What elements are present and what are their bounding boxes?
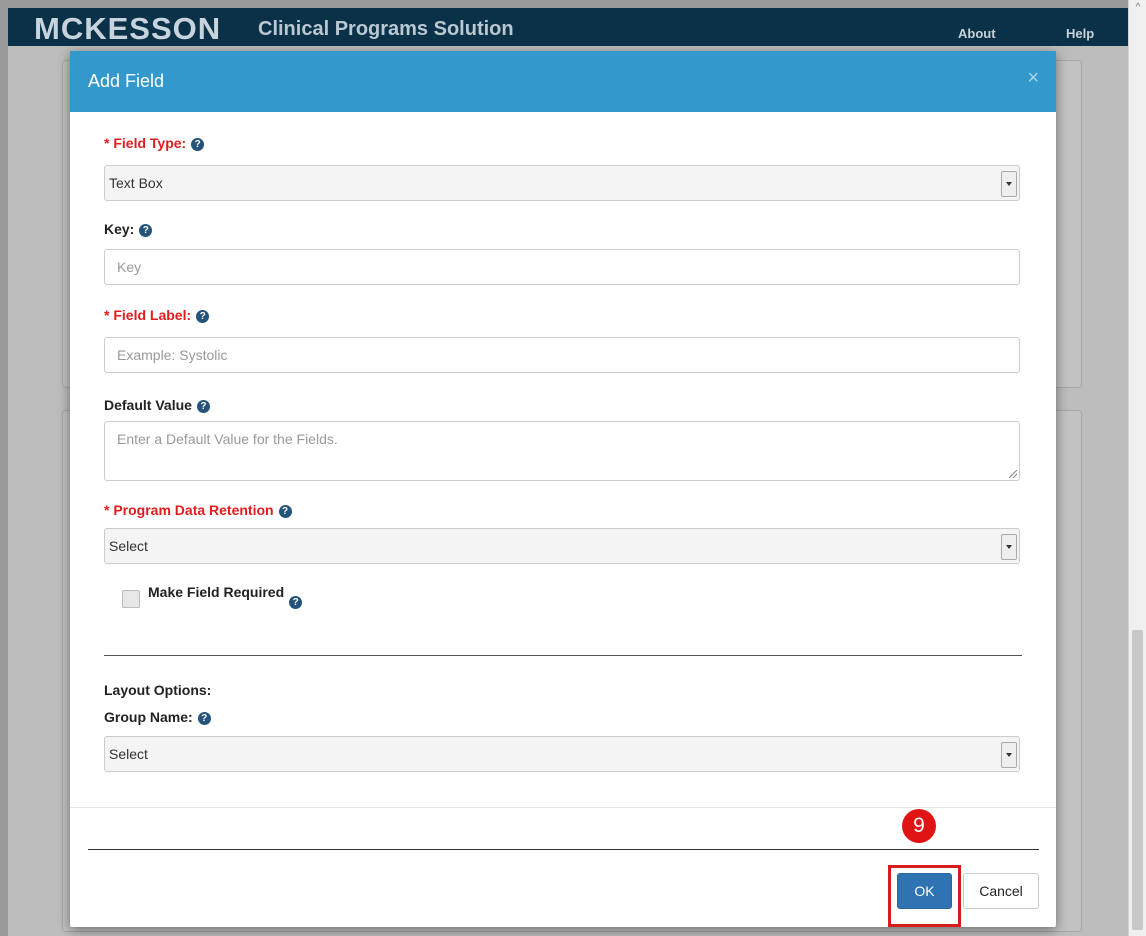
field-type-label-text: * Field Type: [104, 135, 187, 151]
default-value-label: Default Value? [104, 397, 210, 413]
key-placeholder: Key [117, 259, 142, 275]
group-name-label: Group Name:? [104, 709, 211, 725]
make-required-label[interactable]: Make Field Required? [148, 584, 303, 609]
help-icon[interactable]: ? [278, 505, 292, 518]
group-name-value: Select [109, 746, 148, 762]
key-input[interactable]: Key [104, 249, 1020, 285]
make-required-checkbox[interactable] [122, 590, 140, 608]
field-label-label-text: * Field Label: [104, 307, 192, 323]
layout-options-title: Layout Options: [104, 682, 212, 698]
default-value-label-text: Default Value [104, 397, 192, 413]
make-required-text: Make Field Required [148, 584, 285, 600]
help-icon[interactable]: ? [196, 310, 210, 323]
retention-label: * Program Data Retention? [104, 502, 292, 518]
close-icon[interactable]: × [1027, 67, 1039, 90]
section-divider [104, 655, 1022, 656]
help-icon[interactable]: ? [197, 712, 211, 725]
app-title: Clinical Programs Solution [258, 18, 514, 40]
field-label-label: * Field Label:? [104, 307, 210, 323]
chevron-down-icon[interactable] [1001, 171, 1017, 197]
default-value-textarea[interactable]: Enter a Default Value for the Fields. [104, 421, 1020, 481]
scroll-thumb[interactable] [1132, 630, 1143, 930]
field-type-label: * Field Type:? [104, 135, 205, 151]
resize-grip-icon[interactable] [1009, 470, 1017, 478]
key-label-text: Key: [104, 221, 135, 237]
nav-about-link[interactable]: About [958, 26, 996, 41]
dialog-title: Add Field [88, 71, 165, 91]
default-value-placeholder: Enter a Default Value for the Fields. [117, 431, 338, 447]
chevron-down-icon[interactable] [1001, 742, 1017, 768]
help-icon[interactable]: ? [191, 138, 205, 151]
field-type-select[interactable]: Text Box [104, 165, 1020, 201]
footer-line [88, 849, 1039, 850]
group-name-select[interactable]: Select [104, 736, 1020, 772]
field-type-value: Text Box [109, 175, 163, 191]
nav-help-link[interactable]: Help [1066, 26, 1094, 41]
group-name-label-text: Group Name: [104, 709, 193, 725]
key-label: Key:? [104, 221, 153, 237]
field-label-input[interactable]: Example: Systolic [104, 337, 1020, 373]
retention-value: Select [109, 538, 148, 554]
chevron-down-icon[interactable] [1001, 534, 1017, 560]
ok-button[interactable]: OK [897, 873, 952, 909]
app-header: MCKESSON Clinical Programs Solution Abou… [8, 8, 1128, 46]
footer-separator [70, 807, 1056, 808]
mckesson-logo: MCKESSON [34, 11, 222, 46]
window-scrollbar[interactable]: ^ [1128, 0, 1146, 936]
field-label-placeholder: Example: Systolic [117, 347, 228, 363]
step-marker: 9 [902, 809, 936, 843]
retention-label-text: * Program Data Retention [104, 502, 274, 518]
scroll-up-icon[interactable]: ^ [1129, 0, 1146, 16]
retention-select[interactable]: Select [104, 528, 1020, 564]
cancel-button[interactable]: Cancel [963, 873, 1039, 909]
dialog-header: Add Field × [70, 51, 1056, 112]
add-field-dialog: Add Field × * Field Type:? Text Box Key:… [70, 51, 1056, 927]
help-icon[interactable]: ? [196, 400, 210, 413]
help-icon[interactable]: ? [289, 596, 303, 609]
help-icon[interactable]: ? [139, 224, 153, 237]
